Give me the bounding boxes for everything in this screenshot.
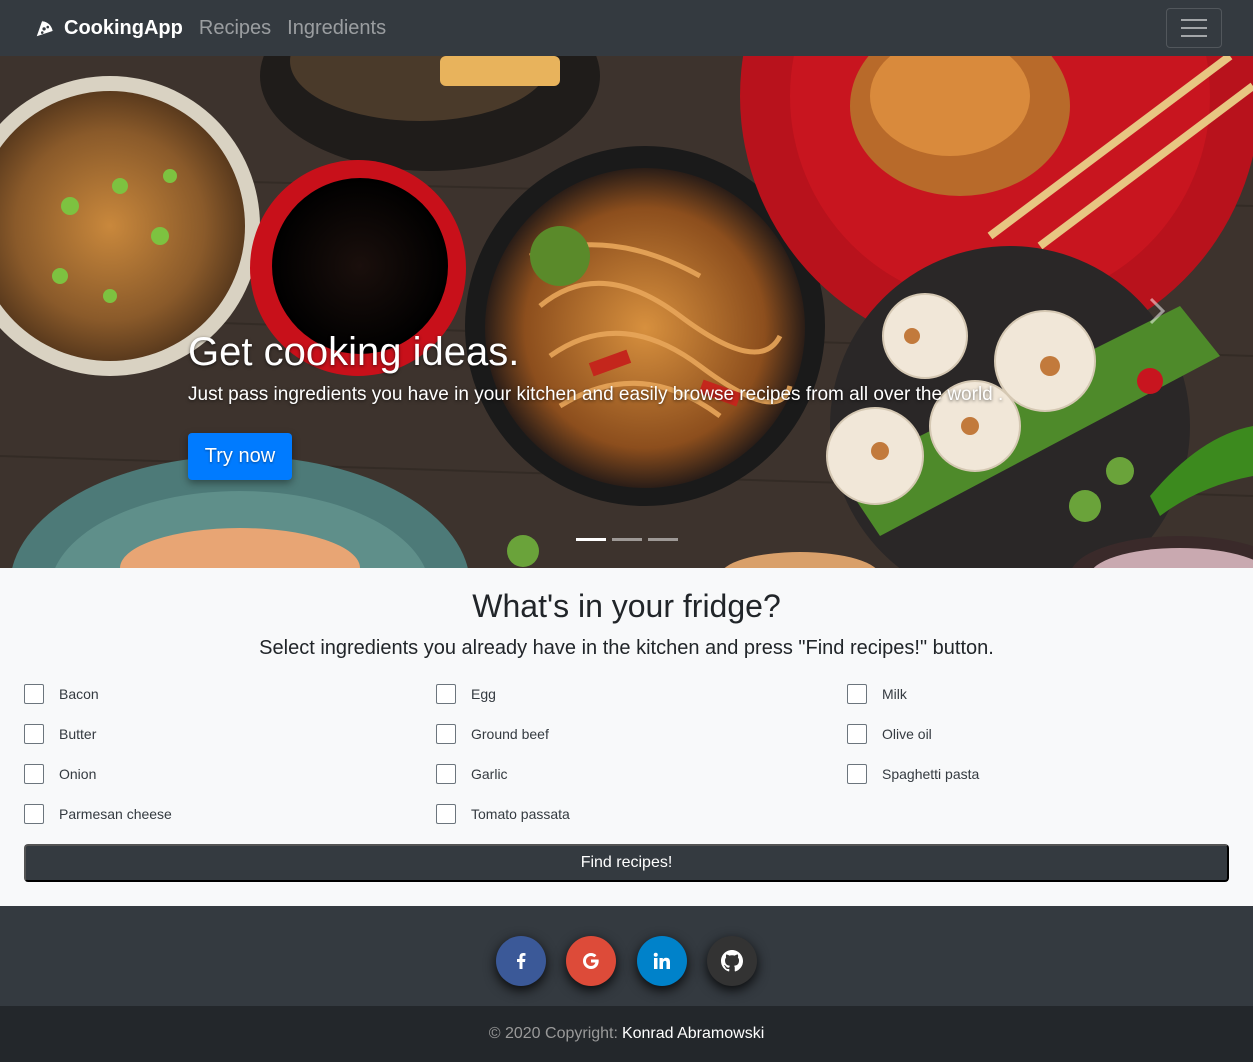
footer-copyright: © 2020 Copyright: Konrad Abramowski bbox=[0, 1006, 1253, 1062]
navbar-toggler-button[interactable] bbox=[1166, 8, 1222, 48]
ingredient-parmesan-cheese[interactable]: Parmesan cheese bbox=[24, 804, 172, 824]
checkbox[interactable] bbox=[436, 804, 456, 824]
brand-name: CookingApp bbox=[64, 16, 183, 39]
carousel-indicators bbox=[576, 538, 678, 541]
checkbox[interactable] bbox=[24, 684, 44, 704]
checkbox[interactable] bbox=[847, 684, 867, 704]
github-icon bbox=[721, 950, 743, 972]
google-button[interactable] bbox=[566, 936, 616, 986]
nav-link-ingredients[interactable]: Ingredients bbox=[287, 17, 386, 40]
carousel-indicator-2[interactable] bbox=[612, 538, 642, 541]
checkbox[interactable] bbox=[24, 724, 44, 744]
carousel-indicator-1[interactable] bbox=[576, 538, 606, 541]
checkbox[interactable] bbox=[24, 804, 44, 824]
github-button[interactable] bbox=[707, 936, 757, 986]
checkbox[interactable] bbox=[436, 724, 456, 744]
ingredient-garlic[interactable]: Garlic bbox=[436, 764, 508, 784]
carousel-heading: Get cooking ideas. bbox=[188, 330, 520, 374]
carousel-text: Just pass ingredients you have in your k… bbox=[188, 384, 1004, 405]
ingredient-label: Milk bbox=[882, 686, 907, 702]
nav-link-recipes[interactable]: Recipes bbox=[199, 17, 271, 40]
google-icon bbox=[583, 953, 599, 969]
ingredient-onion[interactable]: Onion bbox=[24, 764, 96, 784]
ingredient-label: Ground beef bbox=[471, 726, 549, 742]
ingredient-label: Spaghetti pasta bbox=[882, 766, 980, 782]
copyright-text: © 2020 Copyright: bbox=[488, 1025, 618, 1042]
checkbox[interactable] bbox=[24, 764, 44, 784]
food-background-image bbox=[0, 56, 1253, 568]
ingredient-label: Butter bbox=[59, 726, 97, 742]
ingredient-label: Egg bbox=[471, 686, 496, 702]
brand-link[interactable]: CookingApp bbox=[34, 17, 183, 40]
ingredient-bacon[interactable]: Bacon bbox=[24, 684, 99, 704]
navbar: CookingApp Recipes Ingredients bbox=[0, 0, 1253, 56]
ingredient-butter[interactable]: Butter bbox=[24, 724, 96, 744]
ingredient-egg[interactable]: Egg bbox=[436, 684, 496, 704]
ingredient-tomato-passata[interactable]: Tomato passata bbox=[436, 804, 570, 824]
try-now-button[interactable]: Try now bbox=[188, 433, 292, 480]
hamburger-icon bbox=[1181, 19, 1207, 21]
checkbox[interactable] bbox=[436, 764, 456, 784]
checkbox[interactable] bbox=[847, 764, 867, 784]
ingredient-label: Parmesan cheese bbox=[59, 806, 172, 822]
facebook-button[interactable] bbox=[496, 936, 546, 986]
checkbox[interactable] bbox=[436, 684, 456, 704]
linkedin-icon bbox=[653, 952, 670, 969]
facebook-icon bbox=[517, 953, 526, 969]
pizza-slice-icon bbox=[36, 19, 54, 37]
ingredient-milk[interactable]: Milk bbox=[847, 684, 907, 704]
ingredient-ground-beef[interactable]: Ground beef bbox=[436, 724, 549, 744]
ingredient-label: Olive oil bbox=[882, 726, 932, 742]
ingredient-label: Bacon bbox=[59, 686, 99, 702]
carousel-caption: Get cooking ideas. Just pass ingredients… bbox=[188, 330, 1003, 406]
author-link[interactable]: Konrad Abramowski bbox=[622, 1025, 764, 1043]
ingredient-label: Tomato passata bbox=[471, 806, 570, 822]
fridge-title: What's in your fridge? bbox=[472, 588, 781, 624]
carousel-indicator-3[interactable] bbox=[648, 538, 678, 541]
linkedin-button[interactable] bbox=[637, 936, 687, 986]
fridge-subtitle: Select ingredients you already have in t… bbox=[259, 637, 994, 659]
ingredient-label: Garlic bbox=[471, 766, 508, 782]
footer-social bbox=[0, 906, 1253, 1006]
find-recipes-button[interactable]: Find recipes! bbox=[24, 844, 1229, 882]
checkbox[interactable] bbox=[847, 724, 867, 744]
chevron-right-icon[interactable] bbox=[1146, 296, 1168, 326]
ingredient-spaghetti-pasta[interactable]: Spaghetti pasta bbox=[847, 764, 979, 784]
ingredient-olive-oil[interactable]: Olive oil bbox=[847, 724, 932, 744]
ingredient-label: Onion bbox=[59, 766, 97, 782]
hero-carousel: Get cooking ideas. Just pass ingredients… bbox=[0, 56, 1253, 568]
